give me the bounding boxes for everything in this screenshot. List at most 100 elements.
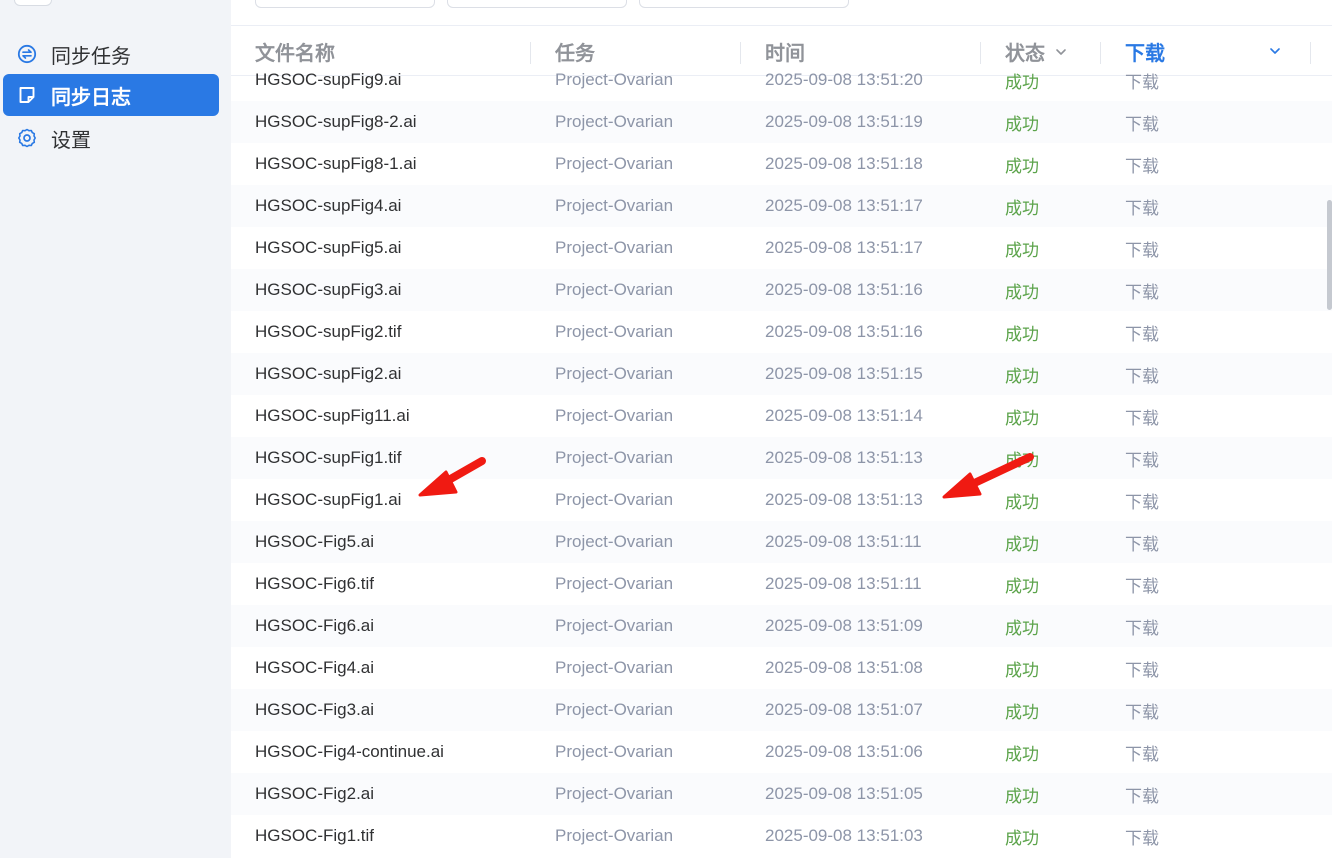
file-name-cell: HGSOC-Fig6.ai xyxy=(255,616,375,635)
task-cell: Project-Ovarian xyxy=(555,280,674,299)
status-badge: 成功 xyxy=(1005,114,1039,135)
task-cell: Project-Ovarian xyxy=(555,574,674,593)
time-cell: 2025-09-08 13:51:18 xyxy=(765,154,923,173)
file-name-cell: HGSOC-Fig2.ai xyxy=(255,784,375,803)
type-cell: 下载 xyxy=(1125,156,1159,177)
type-cell: 下载 xyxy=(1125,534,1159,555)
file-name-cell: HGSOC-supFig1.tif xyxy=(255,448,402,467)
table-row[interactable]: HGSOC-supFig1.tif Project-Ovarian 2025-09-… xyxy=(231,437,1332,479)
task-cell: Project-Ovarian xyxy=(555,742,674,761)
task-cell: Project-Ovarian xyxy=(555,196,674,215)
status-badge: 成功 xyxy=(1005,282,1039,303)
file-name-cell: HGSOC-Fig6.tif xyxy=(255,574,375,593)
sidebar-top-control[interactable] xyxy=(14,0,52,6)
gear-icon xyxy=(17,128,37,148)
table-row[interactable]: HGSOC-Fig6.ai Project-Ovarian 2025-09-08 1… xyxy=(231,605,1332,647)
status-badge: 成功 xyxy=(1005,324,1039,345)
type-cell: 下载 xyxy=(1125,744,1159,765)
status-badge: 成功 xyxy=(1005,534,1039,555)
task-cell: Project-Ovarian xyxy=(555,784,674,803)
status-badge: 成功 xyxy=(1005,744,1039,765)
time-cell: 2025-09-08 13:51:14 xyxy=(765,406,923,425)
table-row[interactable]: HGSOC-Fig5.ai Project-Ovarian 2025-09-08 1… xyxy=(231,521,1332,563)
sidebar-item-label: 设置 xyxy=(51,127,91,152)
table-row[interactable]: HGSOC-Fig6.tif Project-Ovarian 2025-09-08 … xyxy=(231,563,1332,605)
sidebar-item-sync-log[interactable]: 同步日志 xyxy=(3,74,219,116)
status-badge: 成功 xyxy=(1005,156,1039,177)
filter-input[interactable] xyxy=(255,0,435,8)
file-name-cell: HGSOC-Fig3.ai xyxy=(255,700,375,719)
task-cell: Project-Ovarian xyxy=(555,448,674,467)
scrollbar-thumb[interactable] xyxy=(1327,200,1332,310)
time-cell: 2025-09-08 13:51:17 xyxy=(765,238,923,257)
task-cell: Project-Ovarian xyxy=(555,616,674,635)
status-badge: 成功 xyxy=(1005,492,1039,513)
task-cell: Project-Ovarian xyxy=(555,490,674,509)
table-row[interactable]: HGSOC-Fig4.ai Project-Ovarian 2025-09-08 1… xyxy=(231,647,1332,689)
file-name-cell: HGSOC-supFig8-2.ai xyxy=(255,112,417,131)
task-cell: Project-Ovarian xyxy=(555,322,674,341)
time-cell: 2025-09-08 13:51:20 xyxy=(765,70,923,89)
table-row[interactable]: HGSOC-Fig3.ai Project-Ovarian 2025-09-08 1… xyxy=(231,689,1332,731)
table-row[interactable]: HGSOC-supFig4.ai Project-Ovarian 2025-09-0… xyxy=(231,185,1332,227)
table-row[interactable]: HGSOC-supFig2.tif Project-Ovarian 2025-09-… xyxy=(231,311,1332,353)
status-badge: 成功 xyxy=(1005,702,1039,723)
task-cell: Project-Ovarian xyxy=(555,154,674,173)
time-cell: 2025-09-08 13:51:07 xyxy=(765,700,923,719)
type-cell: 下载 xyxy=(1125,282,1159,303)
type-cell: 下载 xyxy=(1125,660,1159,681)
file-name-cell: HGSOC-supFig9.ai xyxy=(255,70,402,89)
time-cell: 2025-09-08 13:51:11 xyxy=(765,532,922,551)
file-name-cell: HGSOC-supFig4.ai xyxy=(255,196,402,215)
table-row[interactable]: HGSOC-supFig3.ai Project-Ovarian 2025-09-0… xyxy=(231,269,1332,311)
task-cell: Project-Ovarian xyxy=(555,112,674,131)
table-row[interactable]: HGSOC-Fig1.tif Project-Ovarian 2025-09-08 … xyxy=(231,815,1332,857)
sidebar: 同步任务 同步日志 设置 xyxy=(0,0,231,858)
task-cell: Project-Ovarian xyxy=(555,406,674,425)
table-row[interactable]: HGSOC-supFig9.ai Project-Ovarian 2025-09-0… xyxy=(231,59,1332,101)
time-cell: 2025-09-08 13:51:19 xyxy=(765,112,923,131)
table-row[interactable]: HGSOC-supFig2.ai Project-Ovarian 2025-09-0… xyxy=(231,353,1332,395)
filter-select[interactable] xyxy=(447,0,627,8)
date-range-picker[interactable] xyxy=(639,0,849,8)
sidebar-item-settings[interactable]: 设置 xyxy=(3,117,219,159)
type-cell: 下载 xyxy=(1125,366,1159,387)
type-cell: 下载 xyxy=(1125,72,1159,93)
type-cell: 下载 xyxy=(1125,198,1159,219)
table-row[interactable]: HGSOC-supFig8-2.ai Project-Ovarian 2025-09… xyxy=(231,101,1332,143)
task-cell: Project-Ovarian xyxy=(555,70,674,89)
table-row[interactable]: HGSOC-Fig2.ai Project-Ovarian 2025-09-08 1… xyxy=(231,773,1332,815)
sidebar-item-sync-tasks[interactable]: 同步任务 xyxy=(3,33,219,75)
time-cell: 2025-09-08 13:51:13 xyxy=(765,448,923,467)
time-cell: 2025-09-08 13:51:15 xyxy=(765,364,923,383)
sidebar-item-label: 同步日志 xyxy=(51,84,131,109)
table-row[interactable]: HGSOC-supFig11.ai Project-Ovarian 2025-09-… xyxy=(231,395,1332,437)
chevron-down-icon[interactable] xyxy=(1269,45,1281,57)
type-cell: 下载 xyxy=(1125,786,1159,807)
task-cell: Project-Ovarian xyxy=(555,238,674,257)
status-badge: 成功 xyxy=(1005,828,1039,849)
status-badge: 成功 xyxy=(1005,576,1039,597)
status-badge: 成功 xyxy=(1005,618,1039,639)
chevron-down-icon xyxy=(1055,46,1067,58)
status-badge: 成功 xyxy=(1005,72,1039,93)
task-cell: Project-Ovarian xyxy=(555,700,674,719)
type-cell: 下载 xyxy=(1125,576,1159,597)
type-cell: 下载 xyxy=(1125,324,1159,345)
time-cell: 2025-09-08 13:51:16 xyxy=(765,280,923,299)
table-row[interactable]: HGSOC-Fig4-continue.ai Project-Ovarian 202… xyxy=(231,731,1332,773)
status-badge: 成功 xyxy=(1005,408,1039,429)
time-cell: 2025-09-08 13:51:11 xyxy=(765,574,922,593)
task-cell: Project-Ovarian xyxy=(555,364,674,383)
task-cell: Project-Ovarian xyxy=(555,658,674,677)
table-row[interactable]: HGSOC-supFig1.ai Project-Ovarian 2025-09-0… xyxy=(231,479,1332,521)
table-row[interactable]: HGSOC-supFig5.ai Project-Ovarian 2025-09-0… xyxy=(231,227,1332,269)
file-name-cell: HGSOC-Fig4.ai xyxy=(255,658,375,677)
filter-bar xyxy=(231,0,1332,26)
table-row[interactable]: HGSOC-supFig8-1.ai Project-Ovarian 2025-09… xyxy=(231,143,1332,185)
time-cell: 2025-09-08 13:51:06 xyxy=(765,742,923,761)
file-name-cell: HGSOC-Fig1.tif xyxy=(255,826,375,845)
file-name-cell: HGSOC-supFig2.tif xyxy=(255,322,402,341)
sidebar-item-label: 同步任务 xyxy=(51,43,131,68)
time-cell: 2025-09-08 13:51:17 xyxy=(765,196,923,215)
